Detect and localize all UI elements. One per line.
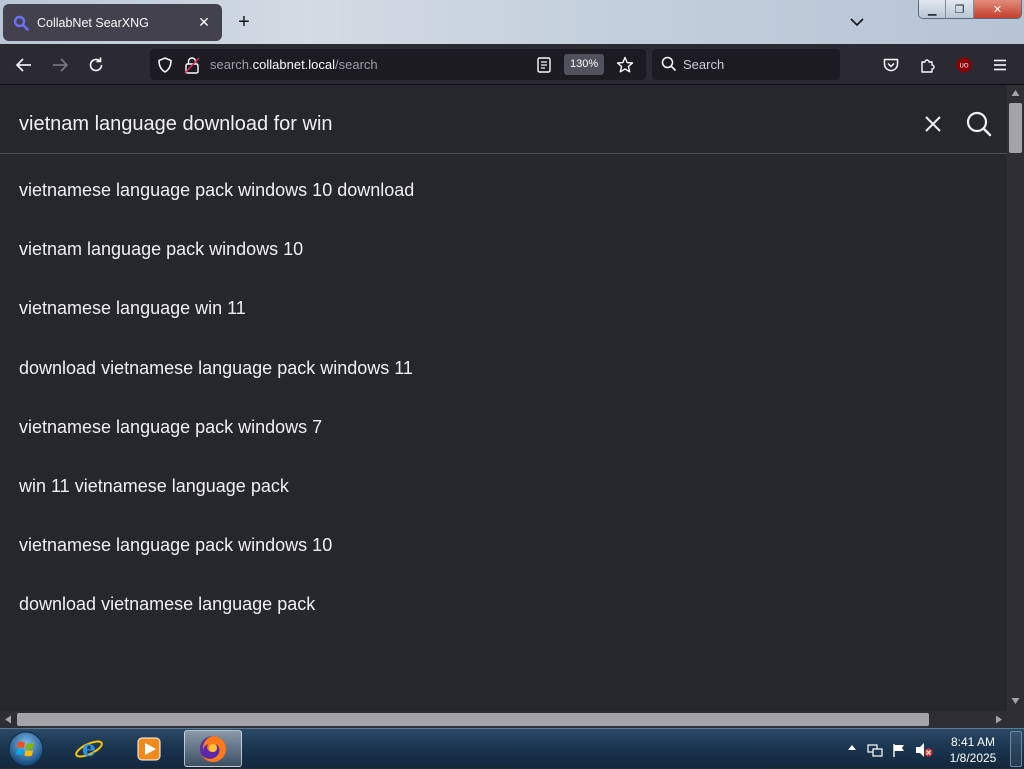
svg-text:e: e (82, 736, 96, 762)
show-hidden-icons-arrow-icon[interactable] (847, 742, 857, 754)
url-subdomain: search. (210, 57, 253, 72)
svg-text:UO: UO (959, 63, 968, 70)
url-domain: collabnet.local (252, 57, 336, 72)
suggestion-item[interactable]: download vietnamese language pack window… (19, 358, 414, 417)
taskbar-media-player[interactable] (120, 730, 178, 767)
taskbar-clock[interactable]: 8:41 AM 1/8/2025 (942, 734, 1004, 766)
url-text[interactable]: search.collabnet.local/search (210, 57, 378, 72)
taskbar-internet-explorer[interactable]: e (60, 730, 118, 767)
url-path: /search (335, 57, 378, 72)
search-icon (661, 56, 677, 72)
volume-muted-icon[interactable] (915, 742, 933, 758)
clock-date: 1/8/2025 (949, 751, 997, 765)
maximize-button[interactable]: ❐ (946, 0, 974, 18)
back-button[interactable] (11, 52, 37, 78)
internet-explorer-icon: e (75, 736, 103, 762)
forward-button[interactable] (47, 52, 73, 78)
clock-time: 8:41 AM (950, 735, 996, 749)
scroll-up-arrow-icon[interactable] (1011, 89, 1020, 97)
suggestion-item[interactable]: vietnam language pack windows 10 (19, 239, 414, 298)
ublock-origin-button[interactable]: UO (951, 52, 977, 78)
action-center-flag-icon[interactable] (891, 742, 907, 758)
suggestion-item[interactable]: vietnamese language pack windows 7 (19, 417, 414, 476)
tab-close-icon[interactable]: ✕ (196, 14, 212, 31)
network-icon[interactable] (867, 742, 883, 758)
horizontal-scrollbar[interactable] (0, 711, 1024, 728)
scroll-right-arrow-icon[interactable] (995, 715, 1003, 724)
window-controls: ▁ ❐ ✕ (918, 0, 1022, 19)
suggestion-item[interactable]: win 11 vietnamese language pack (19, 476, 414, 535)
back-arrow-icon (15, 58, 31, 72)
search-placeholder: Search (683, 57, 725, 72)
extensions-button[interactable] (915, 52, 941, 78)
address-bar[interactable]: search.collabnet.local/search 130% (150, 49, 646, 80)
title-bar: CollabNet SearXNG ✕ + ▁ ❐ ✕ (0, 0, 1024, 44)
search-query-bar: vietnam language download for win (0, 85, 1007, 154)
clear-query-x-icon[interactable] (921, 112, 945, 136)
navigation-toolbar: search.collabnet.local/search 130% Searc… (0, 44, 1024, 85)
scroll-down-arrow-icon[interactable] (1011, 697, 1020, 705)
reload-icon (89, 57, 103, 72)
pocket-icon (883, 58, 899, 72)
search-favicon-icon (13, 15, 29, 31)
autocomplete-suggestions-list: vietnamese language pack windows 10 down… (19, 180, 414, 654)
firefox-icon (200, 735, 226, 762)
show-desktop-button[interactable] (1010, 731, 1022, 767)
suggestion-item[interactable]: vietnamese language win 11 (19, 298, 414, 357)
tracking-protection-shield-icon[interactable] (156, 56, 174, 74)
tab-title: CollabNet SearXNG (37, 15, 149, 30)
bookmark-star-icon[interactable] (616, 56, 634, 74)
zoom-reset-button[interactable]: 130% (564, 54, 605, 75)
media-player-icon (137, 737, 161, 760)
suggestion-item[interactable]: download vietnamese language pack (19, 594, 414, 653)
puzzle-piece-icon (921, 59, 935, 73)
pocket-button[interactable] (878, 52, 904, 78)
windows-orb-icon (8, 731, 44, 767)
reader-view-icon[interactable] (536, 56, 552, 74)
new-tab-button[interactable]: + (232, 10, 256, 34)
start-button[interactable] (4, 730, 48, 768)
suggestion-item[interactable]: vietnamese language pack windows 10 (19, 535, 414, 594)
reload-button[interactable] (83, 52, 109, 78)
list-all-tabs-chevron-icon[interactable] (846, 12, 868, 32)
taskbar-firefox[interactable] (184, 730, 242, 767)
search-query-input[interactable]: vietnam language download for win (19, 113, 333, 136)
page-content: vietnam language download for win vietna… (0, 85, 1007, 711)
web-search-field[interactable]: Search (652, 49, 840, 80)
forward-arrow-icon (53, 58, 69, 72)
browser-tab[interactable]: CollabNet SearXNG ✕ (3, 4, 222, 41)
lock-warning-icon[interactable] (184, 56, 200, 74)
suggestion-item[interactable]: vietnamese language pack windows 10 down… (19, 180, 414, 239)
ublock-origin-icon: UO (956, 57, 972, 73)
app-menu-button[interactable] (987, 52, 1013, 78)
close-window-button[interactable]: ✕ (973, 0, 1021, 18)
search-submit-icon[interactable] (965, 110, 993, 138)
minimize-button[interactable]: ▁ (919, 0, 947, 18)
hamburger-menu-icon (994, 59, 1006, 71)
vertical-scroll-thumb[interactable] (1009, 103, 1022, 153)
windows-taskbar: e 8:41 AM 1/8/2025 (0, 728, 1024, 768)
system-tray (843, 729, 943, 769)
scroll-left-arrow-icon[interactable] (4, 715, 12, 724)
vertical-scrollbar[interactable] (1007, 85, 1024, 711)
horizontal-scroll-thumb[interactable] (17, 713, 929, 726)
